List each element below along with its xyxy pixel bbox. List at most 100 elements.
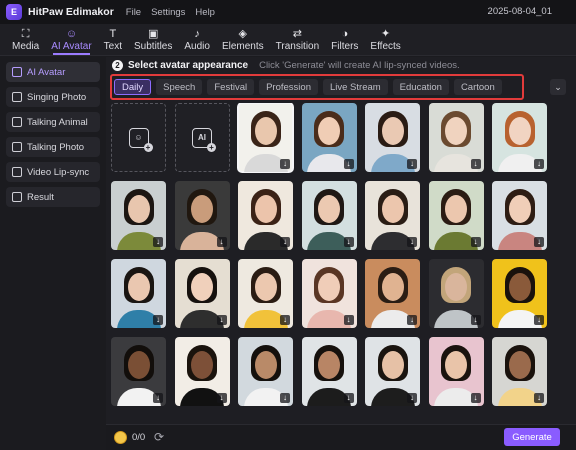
download-icon[interactable]: ↓ bbox=[343, 237, 354, 247]
sidebar-item-singing-photo[interactable]: Singing Photo bbox=[6, 87, 100, 107]
tab-profession[interactable]: Profession bbox=[259, 79, 318, 95]
tab-speech[interactable]: Speech bbox=[156, 79, 203, 95]
generate-button[interactable]: Generate bbox=[504, 428, 560, 446]
download-icon[interactable]: ↓ bbox=[153, 237, 163, 247]
toolbar-effects[interactable]: ✦ Effects bbox=[364, 23, 406, 55]
avatar-thumbnail[interactable]: ↓ bbox=[238, 181, 293, 250]
download-icon[interactable]: ↓ bbox=[407, 237, 417, 247]
download-icon[interactable]: ↓ bbox=[470, 393, 481, 403]
avatar-thumbnail[interactable]: ↓ bbox=[301, 337, 357, 406]
transition-icon: ⇄ bbox=[292, 27, 302, 40]
tab-festival[interactable]: Festival bbox=[207, 79, 255, 95]
upload-photo-tile[interactable]: ☺ + bbox=[111, 103, 166, 172]
sidebar-icon bbox=[12, 92, 22, 102]
avatar-face bbox=[254, 351, 277, 379]
tab-cartoon[interactable]: Cartoon bbox=[453, 79, 502, 95]
download-icon[interactable]: ↓ bbox=[153, 315, 163, 325]
sidebar-item-result[interactable]: Result bbox=[6, 187, 100, 207]
coin-icon bbox=[114, 431, 127, 444]
avatar-thumbnail[interactable]: ↓ bbox=[428, 337, 484, 406]
download-icon[interactable]: ↓ bbox=[534, 237, 544, 247]
download-icon[interactable]: ↓ bbox=[343, 159, 354, 169]
download-icon[interactable]: ↓ bbox=[343, 315, 354, 325]
sidebar-item-talking-photo[interactable]: Talking Photo bbox=[6, 137, 100, 157]
avatar-face bbox=[191, 195, 213, 223]
avatar-thumbnail[interactable]: ↓ bbox=[492, 337, 547, 406]
download-icon[interactable]: ↓ bbox=[343, 393, 354, 403]
ai-generate-tile[interactable]: AI + bbox=[174, 103, 230, 172]
toolbar-ai-avatar[interactable]: ☺ AI Avatar bbox=[45, 23, 97, 55]
avatar-thumbnail[interactable]: ↓ bbox=[428, 259, 484, 328]
toolbar-label: Media bbox=[12, 40, 40, 52]
avatar-thumbnail[interactable]: ↓ bbox=[365, 181, 420, 250]
toolbar-filters[interactable]: ◑ Filters bbox=[325, 23, 364, 55]
avatar-face bbox=[381, 273, 404, 301]
avatar-thumbnail[interactable]: ↓ bbox=[492, 181, 547, 250]
toolbar-elements[interactable]: ◈ Elements bbox=[216, 23, 270, 55]
refresh-icon[interactable]: ⟳ bbox=[154, 430, 164, 444]
avatar-thumbnail[interactable]: ↓ bbox=[301, 259, 357, 328]
subtitles-icon: ▣ bbox=[147, 27, 159, 40]
toolbar-text[interactable]: T Text bbox=[98, 23, 128, 55]
expand-categories-button[interactable]: ⌄ bbox=[550, 79, 566, 95]
avatar-thumbnail[interactable]: ↓ bbox=[365, 337, 420, 406]
avatar-face bbox=[254, 195, 277, 223]
avatar-thumbnail[interactable]: ↓ bbox=[301, 181, 357, 250]
step-header: 2 Select avatar appearance Click 'Genera… bbox=[112, 58, 460, 72]
download-icon[interactable]: ↓ bbox=[153, 393, 163, 403]
tab-daily[interactable]: Daily bbox=[114, 79, 152, 95]
avatar-thumbnail[interactable]: ↓ bbox=[111, 181, 166, 250]
download-icon[interactable]: ↓ bbox=[407, 159, 417, 169]
sidebar-item-video-lip-sync[interactable]: Video Lip-sync bbox=[6, 162, 100, 182]
tab-education[interactable]: Education bbox=[392, 79, 449, 95]
upload-photo-icon: ☺ + bbox=[128, 127, 153, 152]
toolbar-media[interactable]: ⛶ Media bbox=[6, 23, 45, 55]
menu-file[interactable]: File bbox=[126, 7, 141, 18]
sidebar-item-label: Result bbox=[27, 191, 54, 203]
menu-help[interactable]: Help bbox=[195, 7, 215, 18]
avatar-thumbnail[interactable]: ↓ bbox=[238, 337, 293, 406]
download-icon[interactable]: ↓ bbox=[470, 237, 481, 247]
tab-live-stream[interactable]: Live Stream bbox=[322, 79, 388, 95]
sidebar-item-talking-animal[interactable]: Talking Animal bbox=[6, 112, 100, 132]
avatar-thumbnail[interactable]: ↓ bbox=[174, 181, 230, 250]
download-icon[interactable]: ↓ bbox=[534, 315, 544, 325]
download-icon[interactable]: ↓ bbox=[407, 393, 417, 403]
avatar-thumbnail[interactable]: ↓ bbox=[365, 103, 420, 172]
sidebar-item-ai-avatar[interactable]: AI Avatar bbox=[6, 62, 100, 82]
download-icon[interactable]: ↓ bbox=[216, 393, 227, 403]
download-icon[interactable]: ↓ bbox=[534, 393, 544, 403]
download-icon[interactable]: ↓ bbox=[407, 315, 417, 325]
avatar-thumbnail[interactable]: ↓ bbox=[174, 337, 230, 406]
download-icon[interactable]: ↓ bbox=[216, 237, 227, 247]
menu-settings[interactable]: Settings bbox=[151, 7, 185, 18]
download-icon[interactable]: ↓ bbox=[280, 393, 290, 403]
download-icon[interactable]: ↓ bbox=[280, 159, 290, 169]
toolbar-transition[interactable]: ⇄ Transition bbox=[270, 23, 326, 55]
sidebar-icon bbox=[12, 192, 22, 202]
download-icon[interactable]: ↓ bbox=[280, 237, 290, 247]
sidebar-item-label: Talking Photo bbox=[27, 141, 85, 153]
download-icon[interactable]: ↓ bbox=[470, 159, 481, 169]
download-icon[interactable]: ↓ bbox=[470, 315, 481, 325]
avatar-thumbnail[interactable]: ↓ bbox=[238, 259, 293, 328]
avatar-thumbnail[interactable]: ↓ bbox=[428, 181, 484, 250]
avatar-thumbnail[interactable]: ↓ bbox=[301, 103, 357, 172]
avatar-thumbnail[interactable]: ↓ bbox=[365, 259, 420, 328]
avatar-thumbnail[interactable]: ↓ bbox=[111, 259, 166, 328]
toolbar-audio[interactable]: ♪ Audio bbox=[178, 23, 216, 55]
chevron-down-icon: ⌄ bbox=[554, 81, 562, 92]
step-title: Select avatar appearance bbox=[128, 59, 249, 71]
avatar-thumbnail[interactable]: ↓ bbox=[174, 259, 230, 328]
download-icon[interactable]: ↓ bbox=[534, 159, 544, 169]
avatar-thumbnail[interactable]: ↓ bbox=[111, 337, 166, 406]
avatar-thumbnail[interactable]: ↓ bbox=[492, 259, 547, 328]
toolbar-subtitles[interactable]: ▣ Subtitles bbox=[128, 23, 178, 55]
download-icon[interactable]: ↓ bbox=[216, 315, 227, 325]
audio-icon: ♪ bbox=[194, 27, 200, 40]
avatar-thumbnail[interactable]: ↓ bbox=[492, 103, 547, 172]
avatar-thumbnail[interactable]: ↓ bbox=[428, 103, 484, 172]
upload-tile-glyph: AI bbox=[198, 133, 206, 142]
download-icon[interactable]: ↓ bbox=[280, 315, 290, 325]
avatar-thumbnail[interactable]: ↓ bbox=[237, 103, 294, 173]
